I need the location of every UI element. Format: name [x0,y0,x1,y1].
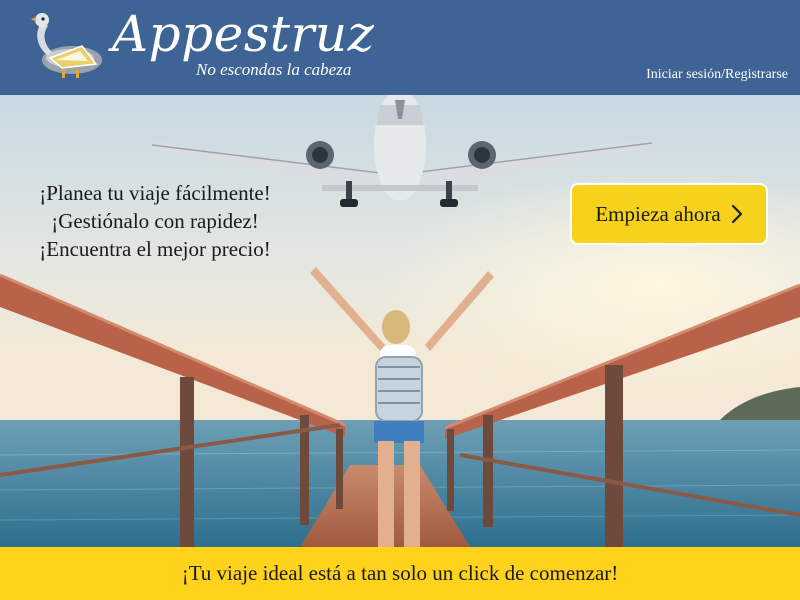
page: Appestruz No escondas la cabeza Iniciar … [0,0,800,600]
hero-line-2: ¡Gestiónalo con rapidez! [51,209,259,233]
site-header: Appestruz No escondas la cabeza Iniciar … [0,0,800,95]
tagline: No escondas la cabeza [196,60,352,79]
hero-image [0,95,800,547]
footer-banner: ¡Tu viaje ideal está a tan solo un click… [0,547,800,600]
brand-name[interactable]: Appestruz [112,2,374,66]
hero-line-1: ¡Planea tu viaje fácilmente! [39,181,271,205]
ostrich-logo-icon[interactable] [22,10,106,80]
hero-line-3: ¡Encuentra el mejor precio! [39,237,271,261]
start-now-label: Empieza ahora [595,201,721,226]
hero-banner: ¡Planea tu viaje fácilmente! ¡Gestiónalo… [0,95,800,547]
hero-text: ¡Planea tu viaje fácilmente! ¡Gestiónalo… [26,179,284,263]
start-now-button[interactable]: Empieza ahora [570,183,768,245]
login-register-link[interactable]: Iniciar sesión/Registrarse [646,66,788,84]
footer-text: ¡Tu viaje ideal está a tan solo un click… [181,561,619,585]
chevron-right-icon [731,204,743,224]
